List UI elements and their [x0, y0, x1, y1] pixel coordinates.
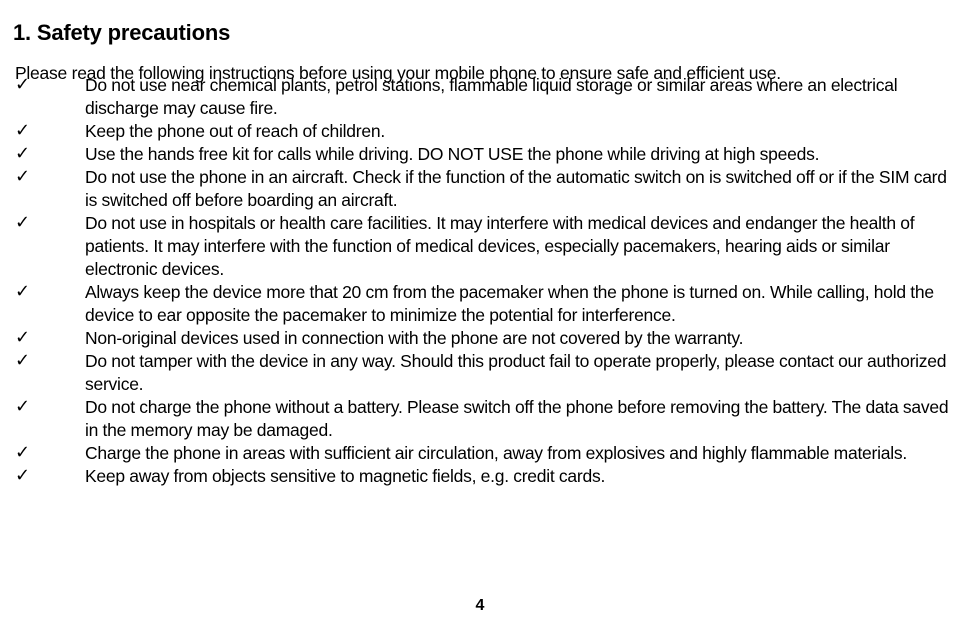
list-item: ✓ Do not use near chemical plants, petrol… [0, 74, 960, 120]
checkmark-icon: ✓ [15, 327, 31, 348]
page-number: 4 [475, 597, 485, 614]
list-item-text: Do not charge the phone without a batter… [85, 397, 949, 440]
checkmark-icon: ✓ [15, 350, 31, 371]
checkmark-icon: ✓ [15, 442, 31, 463]
checkmark-icon: ✓ [15, 465, 31, 486]
list-item-text: Use the hands free kit for calls while d… [85, 144, 820, 164]
list-item-text: Do not use the phone in an aircraft. Che… [85, 167, 947, 210]
list-item-text: Keep the phone out of reach of children. [85, 121, 385, 141]
list-item-text: Always keep the device more that 20 cm f… [85, 282, 934, 325]
list-item: ✓ Do not use in hospitals or health care … [0, 212, 960, 281]
list-item: ✓ Non-original devices used in connection… [0, 327, 960, 350]
checkmark-icon: ✓ [15, 143, 31, 164]
safety-bullet-list: ✓ Do not use near chemical plants, petrol… [0, 74, 960, 488]
checkmark-icon: ✓ [15, 281, 31, 302]
document-page: 1. Safety precautions Please read the fo… [0, 0, 960, 625]
list-item: ✓ Use the hands free kit for calls while … [0, 143, 960, 166]
checkmark-icon: ✓ [15, 166, 31, 187]
list-item-text: Non-original devices used in connection … [85, 328, 744, 348]
list-item: ✓ Do not use the phone in an aircraft. Ch… [0, 166, 960, 212]
list-item: ✓ Always keep the device more that 20 cm … [0, 281, 960, 327]
list-item: ✓ Keep the phone out of reach of children… [0, 120, 960, 143]
list-item-text: Do not use near chemical plants, petrol … [85, 75, 898, 118]
list-item-text: Charge the phone in areas with sufficien… [85, 443, 907, 463]
list-item: ✓ Do not tamper with the device in any wa… [0, 350, 960, 396]
list-item-text: Do not tamper with the device in any way… [85, 351, 947, 394]
checkmark-icon: ✓ [15, 396, 31, 417]
checkmark-icon: ✓ [15, 74, 31, 95]
list-item-text: Keep away from objects sensitive to magn… [85, 466, 606, 486]
checkmark-icon: ✓ [15, 120, 31, 141]
page-title: 1. Safety precautions [13, 19, 231, 45]
list-item-text: Do not use in hospitals or health care f… [85, 213, 915, 279]
checkmark-icon: ✓ [15, 212, 31, 233]
list-item: ✓ Do not charge the phone without a batte… [0, 396, 960, 442]
list-item: ✓ Keep away from objects sensitive to mag… [0, 465, 960, 488]
list-item: ✓ Charge the phone in areas with sufficie… [0, 442, 960, 465]
